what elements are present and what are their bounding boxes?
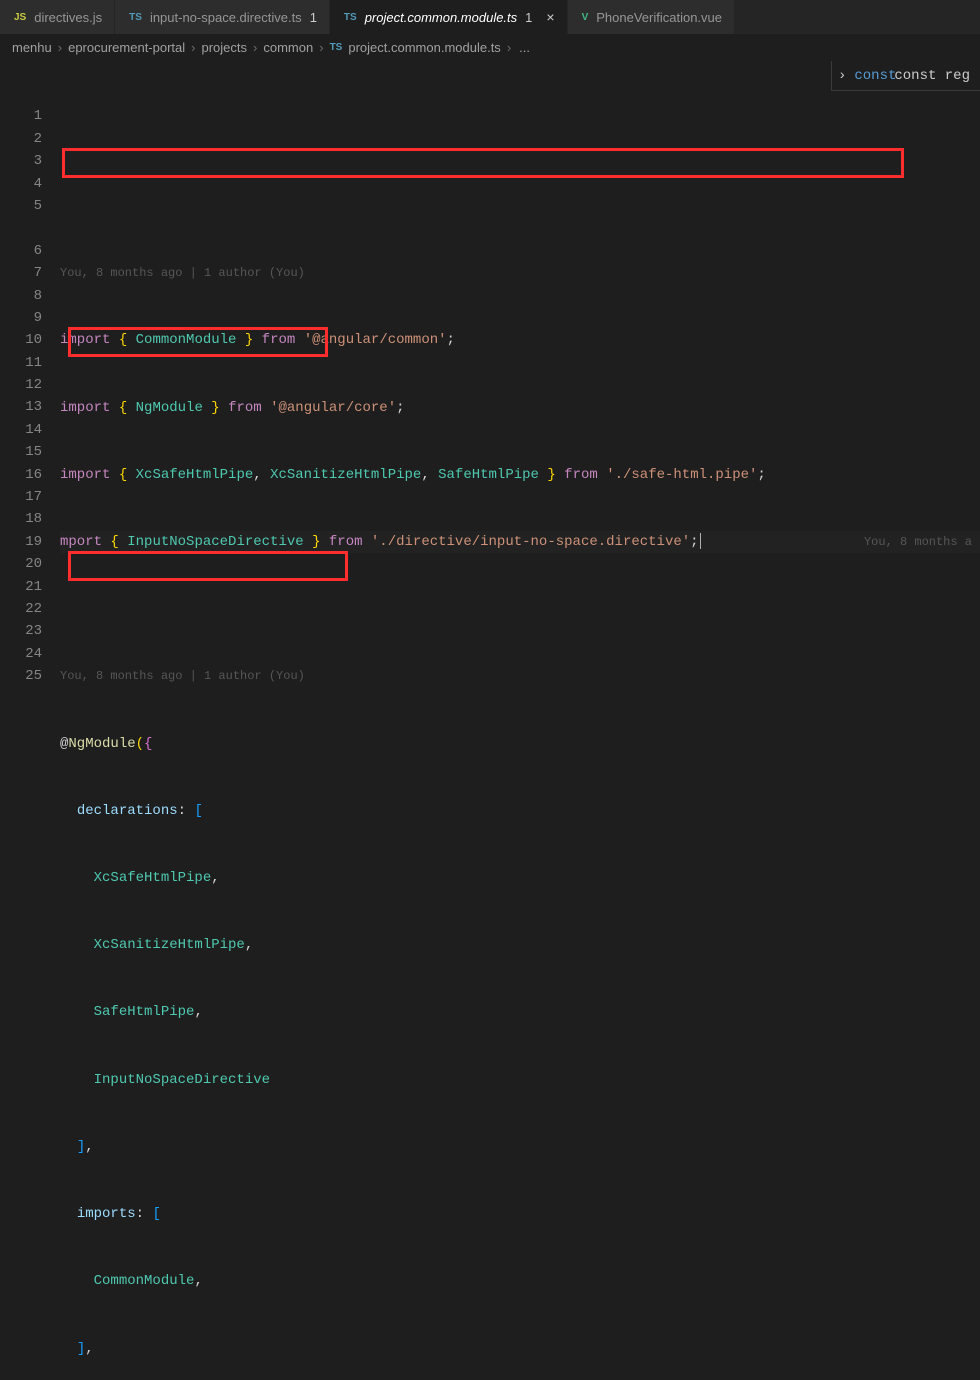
chevron-right-icon: › bbox=[317, 40, 325, 55]
ts-icon: TS bbox=[342, 11, 359, 24]
breadcrumb[interactable]: menhu› eprocurement-portal› projects› co… bbox=[0, 35, 980, 61]
breadcrumb-segment[interactable]: common bbox=[263, 40, 313, 55]
tab-directives-js[interactable]: JS directives.js bbox=[0, 0, 115, 34]
code-line[interactable]: InputNoSpaceDirective bbox=[60, 1069, 980, 1091]
ts-icon: TS bbox=[330, 42, 343, 53]
git-blame-annotation: You, 8 months ago | 1 author (You) bbox=[60, 665, 980, 687]
highlight-box bbox=[62, 148, 904, 178]
chevron-right-icon: › bbox=[838, 68, 846, 84]
git-blame-inline: You, 8 months a bbox=[864, 531, 972, 553]
editor-tabs: JS directives.js TS input-no-space.direc… bbox=[0, 0, 980, 35]
ts-icon: TS bbox=[127, 11, 144, 24]
sticky-label: const bbox=[854, 68, 896, 84]
close-icon[interactable]: × bbox=[546, 10, 554, 24]
code-line[interactable]: mport { InputNoSpaceDirective } from './… bbox=[60, 531, 980, 553]
chevron-right-icon: › bbox=[251, 40, 259, 55]
line-number-gutter: 1 2 3 4 5 6 7 8 9 10 11 12 13 14 15 16 1… bbox=[0, 61, 60, 690]
code-line[interactable]: declarations: [ bbox=[60, 800, 980, 822]
code-line[interactable]: ], bbox=[60, 1136, 980, 1158]
code-line[interactable]: SafeHtmlPipe, bbox=[60, 1001, 980, 1023]
sticky-scroll[interactable]: › const const reg bbox=[831, 61, 980, 91]
chevron-right-icon: › bbox=[505, 40, 513, 55]
tab-label: directives.js bbox=[34, 10, 102, 25]
text-cursor bbox=[700, 533, 701, 549]
code-line[interactable] bbox=[60, 598, 980, 620]
tab-input-no-space[interactable]: TS input-no-space.directive.ts 1 bbox=[115, 0, 330, 34]
dirty-indicator: 1 bbox=[310, 10, 317, 25]
tab-label: PhoneVerification.vue bbox=[596, 10, 722, 25]
highlight-box bbox=[68, 551, 348, 581]
code-line[interactable]: import { CommonModule } from '@angular/c… bbox=[60, 329, 980, 351]
breadcrumb-file[interactable]: project.common.module.ts bbox=[348, 40, 500, 55]
tab-label: input-no-space.directive.ts bbox=[150, 10, 302, 25]
code-line[interactable]: XcSanitizeHtmlPipe, bbox=[60, 934, 980, 956]
breadcrumb-segment[interactable]: projects bbox=[202, 40, 248, 55]
code-line[interactable]: ], bbox=[60, 1338, 980, 1360]
code-line[interactable]: XcSafeHtmlPipe, bbox=[60, 867, 980, 889]
chevron-right-icon: › bbox=[189, 40, 197, 55]
chevron-right-icon: › bbox=[56, 40, 64, 55]
git-blame-annotation: You, 8 months ago | 1 author (You) bbox=[60, 262, 980, 284]
code-line[interactable]: import { XcSafeHtmlPipe, XcSanitizeHtmlP… bbox=[60, 464, 980, 486]
tab-project-common-module[interactable]: TS project.common.module.ts 1 × bbox=[330, 0, 568, 34]
breadcrumb-segment[interactable]: eprocurement-portal bbox=[68, 40, 185, 55]
tab-label: project.common.module.ts bbox=[365, 10, 517, 25]
tab-phone-verification[interactable]: V PhoneVerification.vue bbox=[568, 0, 735, 34]
code-line[interactable]: import { NgModule } from '@angular/core'… bbox=[60, 397, 980, 419]
code-line[interactable]: imports: [ bbox=[60, 1203, 980, 1225]
vue-icon: V bbox=[580, 11, 591, 24]
dirty-indicator: 1 bbox=[525, 10, 532, 25]
breadcrumb-segment[interactable]: menhu bbox=[12, 40, 52, 55]
code-line[interactable]: @NgModule({ bbox=[60, 733, 980, 755]
breadcrumb-ellipsis[interactable]: ... bbox=[519, 40, 530, 55]
sticky-text: const reg bbox=[894, 68, 970, 84]
editor[interactable]: 1 2 3 4 5 6 7 8 9 10 11 12 13 14 15 16 1… bbox=[0, 61, 980, 690]
code-line[interactable]: CommonModule, bbox=[60, 1270, 980, 1292]
js-icon: JS bbox=[12, 11, 28, 24]
code-area[interactable]: You, 8 months ago | 1 author (You) impor… bbox=[60, 61, 980, 690]
